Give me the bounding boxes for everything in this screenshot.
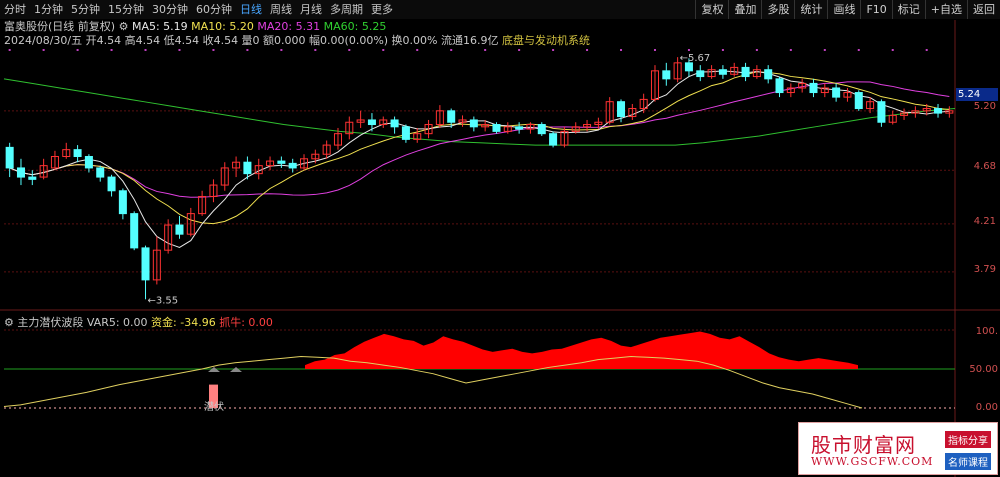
signal-dot bbox=[8, 49, 11, 51]
candle-body bbox=[5, 146, 14, 169]
candle-body bbox=[243, 161, 252, 175]
signal-dot bbox=[246, 49, 249, 51]
watermark-badge: 指标分享 bbox=[945, 431, 991, 448]
watermark-badge: 名师课程 bbox=[945, 453, 991, 470]
candle-body bbox=[537, 124, 546, 135]
candle-body bbox=[73, 149, 82, 158]
candle-body bbox=[662, 70, 671, 80]
candle-body bbox=[469, 119, 478, 128]
fund-area bbox=[305, 331, 858, 369]
signal-dot bbox=[144, 49, 147, 51]
candle-body bbox=[277, 160, 286, 164]
watermark: 股市财富网 WWW.GSCFW.COM 指标分享 名师课程 bbox=[798, 422, 998, 475]
candle-body bbox=[390, 119, 399, 128]
last-price-tag: 5.24 bbox=[956, 88, 998, 101]
candle-body bbox=[809, 82, 818, 94]
candle-body bbox=[84, 156, 93, 169]
signal-dot bbox=[755, 49, 758, 51]
signal-dot bbox=[823, 49, 826, 51]
candle-body bbox=[96, 167, 105, 178]
candle-body bbox=[367, 119, 376, 126]
sub-legend: ⚙ 主力潜伏波段 VAR5: 0.00 资金: -34.96 抓牛: 0.00 bbox=[4, 316, 273, 330]
fund-label: 资金: -34.96 bbox=[151, 316, 216, 329]
candle-body bbox=[492, 124, 501, 132]
ma10-line bbox=[9, 71, 950, 225]
candle-body bbox=[107, 176, 116, 192]
sub-tick: 0.00 bbox=[975, 402, 998, 413]
candle-body bbox=[764, 69, 773, 80]
sub-tick: 50.00 bbox=[969, 364, 998, 375]
signal-dot bbox=[212, 49, 215, 51]
signal-dot bbox=[450, 49, 453, 51]
watermark-name: 股市财富网 bbox=[811, 433, 916, 457]
low-annotation: ←3.55 bbox=[148, 295, 179, 306]
signal-dot bbox=[348, 49, 351, 51]
high-annotation: ←5.67 bbox=[680, 53, 711, 64]
price-tick: 4.68 bbox=[973, 161, 996, 172]
candle-body bbox=[696, 70, 705, 78]
candle-body bbox=[16, 167, 25, 178]
signal-dot bbox=[925, 49, 928, 51]
kline-chart[interactable]: ←5.67 ←3.55 潜伏 bbox=[0, 0, 1000, 477]
signal-dot bbox=[891, 49, 894, 51]
candle-body bbox=[28, 176, 37, 180]
signal-dot bbox=[110, 49, 113, 51]
candle-body bbox=[741, 66, 750, 78]
sub-tick: 100. bbox=[975, 326, 998, 337]
signal-dot bbox=[721, 49, 724, 51]
signal-dot bbox=[42, 49, 45, 51]
signal-dot bbox=[178, 49, 181, 51]
ma20-line bbox=[9, 81, 950, 198]
sub-settings-icon[interactable]: ⚙ bbox=[4, 316, 17, 329]
candle-body bbox=[401, 126, 410, 140]
signal-dot bbox=[76, 49, 79, 51]
signal-dot bbox=[789, 49, 792, 51]
signal-dot bbox=[552, 49, 555, 51]
signal-dot bbox=[280, 49, 283, 51]
signal-dot bbox=[518, 49, 521, 51]
candle-body bbox=[141, 247, 150, 281]
candle-body bbox=[515, 126, 524, 130]
candle-body bbox=[854, 92, 863, 110]
signal-dot bbox=[687, 49, 690, 51]
candle-body bbox=[877, 101, 886, 123]
signal-dot bbox=[314, 49, 317, 51]
latent-label: 潜伏 bbox=[204, 400, 224, 413]
signal-dot bbox=[484, 49, 487, 51]
price-tick: 3.79 bbox=[973, 264, 996, 275]
var5-label: VAR5: 0.00 bbox=[86, 316, 148, 329]
price-tick: 4.21 bbox=[973, 216, 996, 227]
signal-dot bbox=[382, 49, 385, 51]
ma5-line bbox=[9, 70, 950, 248]
candle-body bbox=[617, 101, 626, 118]
candle-body bbox=[934, 108, 943, 114]
candle-body bbox=[832, 87, 841, 98]
sub-title[interactable]: 主力潜伏波段 bbox=[17, 316, 83, 329]
price-tick: 5.20 bbox=[973, 101, 996, 112]
signal-dot bbox=[586, 49, 589, 51]
signal-dot bbox=[653, 49, 656, 51]
signal-dot bbox=[857, 49, 860, 51]
candle-body bbox=[175, 224, 184, 235]
candle-body bbox=[118, 190, 127, 215]
bull-label: 抓牛: 0.00 bbox=[219, 316, 273, 329]
candle-body bbox=[288, 162, 297, 169]
candle-body bbox=[447, 110, 456, 123]
signal-dot bbox=[620, 49, 623, 51]
candle-body bbox=[718, 69, 727, 75]
watermark-url: WWW.GSCFW.COM bbox=[811, 455, 934, 468]
candle-body bbox=[775, 78, 784, 94]
candle-body bbox=[130, 213, 139, 249]
signal-dot bbox=[416, 49, 419, 51]
candle-body bbox=[549, 133, 558, 146]
